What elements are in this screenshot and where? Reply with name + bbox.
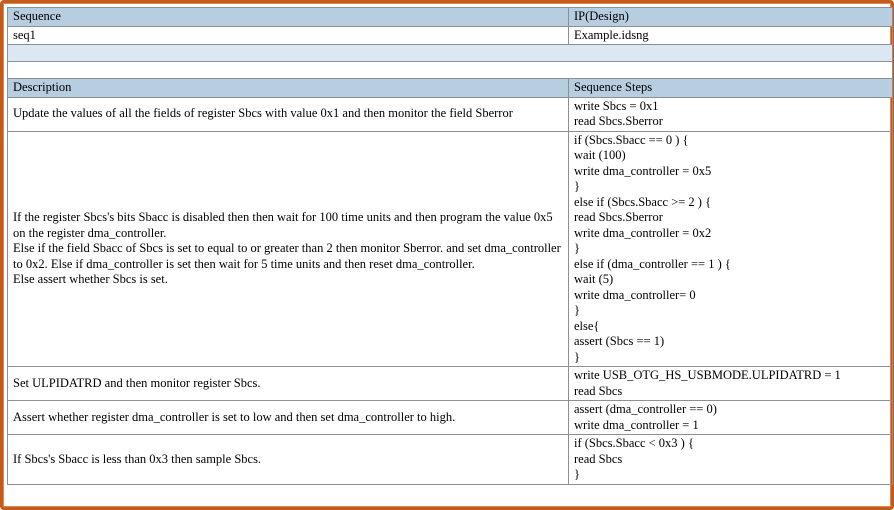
sequence-step-line: }: [574, 179, 580, 193]
sequence-info-header-row: Sequence IP(Design): [7, 7, 893, 27]
sequence-step-line: wait (5): [574, 272, 614, 286]
sequence-step-line: write USB_OTG_HS_USBMODE.ULPIDATRD = 1: [574, 368, 841, 382]
sequence-step-line: write dma_controller= 0: [574, 287, 696, 302]
sequence-steps-cell: write Sbcs = 0x1 read Sbcs.Sberror: [568, 96, 893, 132]
table-row: If Sbcs's Sbacc is less than 0x3 then sa…: [7, 434, 893, 485]
description-cell: If Sbcs's Sbacc is less than 0x3 then sa…: [7, 434, 569, 485]
table-row: Set ULPIDATRD and then monitor register …: [7, 366, 893, 401]
description-header: Description: [7, 78, 569, 98]
sequence-step-line: if (Sbcs.Sbacc < 0x3 ) {: [574, 436, 694, 450]
sequence-info-table: Sequence IP(Design) seq1 Example.idsng: [7, 7, 893, 45]
description-cell: Set ULPIDATRD and then monitor register …: [7, 366, 569, 401]
sequence-steps-header: Sequence Steps: [568, 78, 893, 98]
sequence-step-line: read Sbcs: [574, 451, 623, 466]
sequence-steps-cell: if (Sbcs.Sbacc == 0 ) {wait (100) write d…: [568, 130, 893, 367]
description-text: Else if the field Sbacc of Sbcs is set t…: [13, 241, 561, 271]
sequence-step-line: write Sbcs = 0x1: [574, 98, 659, 113]
table-row: Assert whether register dma_controller i…: [7, 400, 893, 435]
spacer-band: [7, 45, 893, 62]
spacer-white: [7, 62, 893, 78]
sequence-step-line: else if (dma_controller == 1 ) {: [574, 256, 731, 271]
sequence-steps-table: Description Sequence Steps Update the va…: [7, 78, 893, 485]
description-text: Set ULPIDATRD and then monitor register …: [13, 375, 261, 390]
sequence-document: Sequence IP(Design) seq1 Example.idsng D…: [7, 7, 893, 485]
sequence-step-line: read Sbcs: [574, 383, 623, 398]
sequence-name: seq1: [7, 25, 569, 45]
sequence-step-line: }: [574, 467, 580, 481]
sequence-steps-cell: assert (dma_controller == 0) write dma_co…: [568, 400, 893, 435]
table-row: Update the values of all the fields of r…: [7, 96, 893, 132]
sequence-step-line: else if (Sbcs.Sbacc >= 2 ) {: [574, 194, 712, 209]
sequence-step-line: }: [574, 241, 580, 255]
sequence-step-line: read Sbcs.Sberror: [574, 114, 663, 128]
description-text: If Sbcs's Sbacc is less than 0x3 then sa…: [13, 451, 262, 466]
table-row: If the register Sbcs's bits Sbacc is dis…: [7, 130, 893, 367]
sequence-step-line: wait (100): [574, 148, 626, 162]
document-frame: Sequence IP(Design) seq1 Example.idsng D…: [0, 0, 894, 510]
ip-design-header: IP(Design): [568, 7, 893, 27]
ip-design-name: Example.idsng: [568, 25, 893, 45]
description-cell: Update the values of all the fields of r…: [7, 96, 569, 132]
sequence-step-line: }: [574, 303, 580, 317]
description-cell: Assert whether register dma_controller i…: [7, 400, 569, 435]
description-text: Else assert whether Sbcs is set.: [13, 272, 168, 286]
description-text: If the register Sbcs's bits Sbacc is dis…: [13, 210, 553, 240]
sequence-info-row: seq1 Example.idsng: [7, 25, 893, 45]
sequence-step-line: else{: [574, 318, 600, 333]
description-text: Update the values of all the fields of r…: [13, 106, 513, 121]
sequence-step-line: write dma_controller = 0x2: [574, 225, 712, 240]
steps-body: Update the values of all the fields of r…: [7, 96, 893, 485]
sequence-step-line: write dma_controller = 0x5: [574, 163, 712, 178]
description-text: Assert whether register dma_controller i…: [13, 409, 456, 424]
sequence-steps-cell: if (Sbcs.Sbacc < 0x3 ) {read Sbcs}: [568, 434, 893, 485]
steps-header-row: Description Sequence Steps: [7, 78, 893, 98]
sequence-step-line: write dma_controller = 1: [574, 417, 699, 432]
sequence-step-line: assert (dma_controller == 0): [574, 402, 717, 416]
sequence-header: Sequence: [7, 7, 569, 27]
sequence-steps-cell: write USB_OTG_HS_USBMODE.ULPIDATRD = 1 re…: [568, 366, 893, 401]
sequence-step-line: }: [574, 349, 580, 364]
sequence-step-line: read Sbcs.Sberror: [574, 210, 663, 224]
description-cell: If the register Sbcs's bits Sbacc is dis…: [7, 130, 569, 367]
sequence-step-line: assert (Sbcs == 1): [574, 334, 665, 348]
sequence-step-line: if (Sbcs.Sbacc == 0 ) {: [574, 132, 689, 147]
